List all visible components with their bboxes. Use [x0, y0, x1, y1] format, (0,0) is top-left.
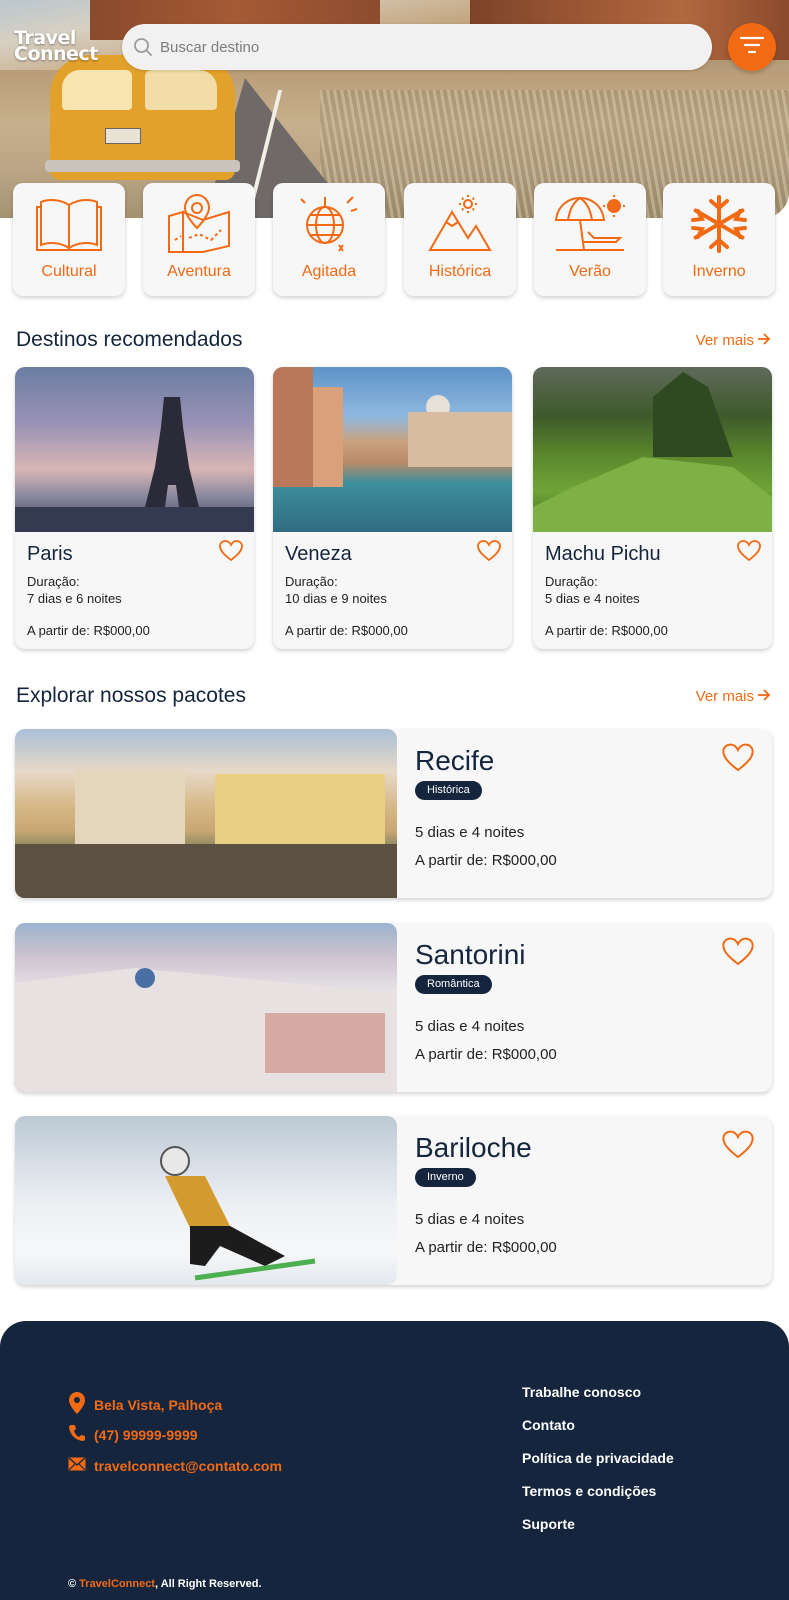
location-pin-icon: [68, 1391, 86, 1418]
copyright-suffix: , All Right Reserved.: [154, 1578, 262, 1590]
hero-van-window: [145, 70, 217, 110]
package-duration: 5 dias e 4 noites: [415, 1211, 525, 1228]
heart-icon[interactable]: [477, 540, 501, 562]
packages-title: Explorar nossos pacotes: [16, 684, 246, 707]
category-label: Aventura: [167, 263, 231, 280]
category-cultural[interactable]: Cultural: [13, 183, 125, 296]
package-badge: Inverno: [415, 1168, 476, 1187]
see-more-label: Ver mais: [695, 332, 754, 349]
category-label: Verão: [569, 263, 611, 280]
destination-card-machu-pichu[interactable]: Machu Pichu Duração: 5 dias e 4 noites A…: [533, 367, 772, 649]
heart-icon[interactable]: [737, 540, 761, 562]
footer-address: Bela Vista, Palhoça: [68, 1391, 222, 1418]
package-badge: Romântica: [415, 975, 492, 994]
copyright-prefix: ©: [68, 1578, 80, 1590]
package-image: [15, 1116, 397, 1285]
filter-icon: [739, 36, 765, 59]
category-historica[interactable]: Histórica: [404, 183, 516, 296]
hero-van-plate: [105, 128, 141, 144]
category-label: Histórica: [428, 263, 492, 280]
logo-line: Connect: [14, 43, 98, 65]
duration-value: 5 dias e 4 noites: [545, 591, 640, 606]
footer-email[interactable]: travelconnect@contato.com: [68, 1457, 282, 1474]
package-price: A partir de: R$000,00: [415, 1239, 557, 1256]
heart-icon[interactable]: [219, 540, 243, 562]
copyright-brand: TravelConnect: [79, 1578, 155, 1590]
destination-image: [533, 367, 772, 532]
category-label: Agitada: [301, 263, 357, 280]
package-badge: Histórica: [415, 781, 482, 800]
package-name: Bariloche: [415, 1132, 532, 1163]
recommended-title: Destinos recomendados: [16, 328, 243, 351]
see-more-label: Ver mais: [695, 688, 754, 705]
package-duration: 5 dias e 4 noites: [415, 1018, 525, 1035]
price: A partir de: R$000,00: [27, 623, 150, 638]
hero-van-window: [62, 70, 132, 110]
arrow-right-icon: [757, 332, 771, 349]
category-label: Cultural: [41, 263, 97, 280]
destination-name: Paris: [27, 543, 73, 565]
search-icon: [132, 36, 154, 58]
destination-name: Machu Pichu: [545, 543, 661, 565]
package-duration: 5 dias e 4 noites: [415, 824, 525, 841]
category-inverno[interactable]: Inverno: [663, 183, 775, 296]
email-text: travelconnect@contato.com: [94, 1457, 282, 1474]
map-pin-icon: [159, 191, 239, 257]
package-image: [15, 923, 397, 1092]
heart-icon[interactable]: [722, 1130, 754, 1160]
duration-value: 7 dias e 6 noites: [27, 591, 122, 606]
duration-label: Duração:: [27, 574, 80, 589]
snowflake-icon: [679, 191, 759, 257]
destination-card-paris[interactable]: Paris Duração: 7 dias e 6 noites A parti…: [15, 367, 254, 649]
category-list: Cultural Aventura Agitada Histórica Verã…: [13, 183, 777, 296]
package-card-santorini[interactable]: Santorini Romântica 5 dias e 4 noites A …: [15, 923, 772, 1092]
package-card-bariloche[interactable]: Bariloche Inverno 5 dias e 4 noites A pa…: [15, 1116, 772, 1285]
price: A partir de: R$000,00: [545, 623, 668, 638]
recommended-see-more-link[interactable]: Ver mais: [696, 332, 771, 349]
category-agitada[interactable]: Agitada: [273, 183, 385, 296]
duration-label: Duração:: [545, 574, 598, 589]
footer-link-suporte[interactable]: Suporte: [522, 1516, 575, 1532]
destination-image: [273, 367, 512, 532]
package-name: Recife: [415, 745, 495, 776]
category-label: Inverno: [692, 263, 746, 280]
mail-icon: [68, 1457, 86, 1474]
logo[interactable]: Travel Connect: [14, 29, 114, 65]
mountains-icon: [420, 191, 500, 257]
footer-link-termos[interactable]: Termos e condições: [522, 1483, 656, 1499]
package-price: A partir de: R$000,00: [415, 1046, 557, 1063]
price: A partir de: R$000,00: [285, 623, 408, 638]
copyright: © TravelConnect, All Right Reserved.: [68, 1578, 262, 1590]
footer-phone[interactable]: (47) 99999-9999: [68, 1424, 198, 1445]
destination-image: [15, 367, 254, 532]
phone-text: (47) 99999-9999: [94, 1426, 198, 1443]
heart-icon[interactable]: [722, 937, 754, 967]
package-name: Santorini: [415, 939, 526, 970]
search-bar: [122, 24, 712, 70]
package-image: [15, 729, 397, 898]
disco-ball-icon: [289, 191, 369, 257]
address-text: Bela Vista, Palhoça: [94, 1396, 223, 1413]
duration-label: Duração:: [285, 574, 338, 589]
footer-link-contato[interactable]: Contato: [522, 1417, 575, 1433]
category-aventura[interactable]: Aventura: [143, 183, 255, 296]
open-book-icon: [29, 191, 109, 257]
package-card-recife[interactable]: Recife Histórica 5 dias e 4 noites A par…: [15, 729, 772, 898]
search-input[interactable]: [160, 38, 680, 56]
package-price: A partir de: R$000,00: [415, 852, 557, 869]
hero-van-bumper: [45, 160, 240, 172]
beach-umbrella-icon: [550, 191, 630, 257]
packages-see-more-link[interactable]: Ver mais: [696, 688, 771, 705]
footer-link-privacidade[interactable]: Política de privacidade: [522, 1450, 674, 1466]
category-verao[interactable]: Verão: [534, 183, 646, 296]
filter-button[interactable]: [728, 23, 776, 71]
destination-name: Veneza: [285, 543, 352, 565]
destination-card-veneza[interactable]: Veneza Duração: 10 dias e 9 noites A par…: [273, 367, 512, 649]
footer-link-trabalhe-conosco[interactable]: Trabalhe conosco: [522, 1384, 641, 1400]
arrow-right-icon: [757, 688, 771, 705]
phone-icon: [68, 1424, 86, 1445]
duration-value: 10 dias e 9 noites: [285, 591, 387, 606]
heart-icon[interactable]: [722, 743, 754, 773]
